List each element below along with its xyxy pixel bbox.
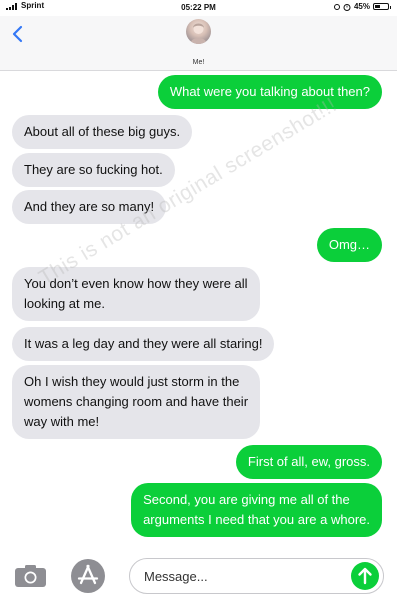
message-thread[interactable]: What were you talking about then? About a… bbox=[0, 71, 397, 544]
status-bar: Sprint 05:22 PM 45% bbox=[0, 0, 397, 16]
chevron-left-icon bbox=[12, 25, 23, 43]
outgoing-message[interactable]: Second, you are giving me all of the argu… bbox=[131, 483, 382, 537]
outgoing-message[interactable]: Omg… bbox=[316, 228, 382, 262]
message-text: Omg… bbox=[328, 237, 370, 252]
location-icon bbox=[333, 3, 340, 10]
camera-icon bbox=[15, 565, 46, 587]
message-text: What were you talking about then? bbox=[169, 84, 370, 99]
incoming-message[interactable]: And they are so many! bbox=[12, 190, 167, 224]
message-text-line: Oh I wish they would just storm in the bbox=[24, 374, 240, 389]
app-store-icon bbox=[71, 559, 105, 593]
message-text: And they are so many! bbox=[24, 199, 155, 214]
message-text-line: You don’t even know how they were all bbox=[24, 276, 248, 291]
incoming-message[interactable]: It was a leg day and they were all stari… bbox=[12, 327, 275, 361]
message-field[interactable] bbox=[129, 558, 384, 594]
back-button[interactable] bbox=[10, 24, 26, 44]
message-text: It was a leg day and they were all stari… bbox=[24, 336, 263, 351]
message-input[interactable] bbox=[144, 567, 334, 585]
send-button[interactable] bbox=[351, 562, 379, 590]
incoming-message[interactable]: You don’t even know how they were all loo… bbox=[12, 267, 260, 321]
contact-name[interactable]: Me! bbox=[0, 59, 397, 66]
battery-fill bbox=[375, 5, 380, 8]
incoming-message[interactable]: About all of these big guys. bbox=[12, 115, 193, 149]
input-bar bbox=[0, 544, 397, 604]
outgoing-message[interactable]: What were you talking about then? bbox=[157, 75, 382, 109]
message-text: They are so fucking hot. bbox=[24, 162, 163, 177]
avatar-image bbox=[190, 23, 207, 44]
message-text-line: way with me! bbox=[24, 414, 100, 429]
message-text: First of all, ew, gross. bbox=[247, 454, 370, 469]
avatar[interactable] bbox=[186, 19, 211, 44]
message-text-line: looking at me. bbox=[24, 296, 105, 311]
message-text-line: arguments I need that you are a whore. bbox=[143, 512, 370, 527]
arrow-up-icon bbox=[358, 567, 372, 585]
apps-button[interactable] bbox=[70, 558, 106, 594]
camera-button[interactable] bbox=[14, 564, 47, 588]
alarm-icon bbox=[343, 3, 351, 11]
incoming-message[interactable]: They are so fucking hot. bbox=[12, 153, 175, 187]
battery-icon bbox=[373, 3, 391, 10]
message-text: About all of these big guys. bbox=[24, 124, 181, 139]
message-text-line: Second, you are giving me all of the bbox=[143, 492, 350, 507]
message-text-line: womens changing room and have their bbox=[24, 394, 249, 409]
incoming-message[interactable]: Oh I wish they would just storm in the wo… bbox=[12, 365, 261, 439]
conversation-header: Me! bbox=[0, 16, 397, 71]
outgoing-message[interactable]: First of all, ew, gross. bbox=[235, 445, 382, 479]
battery-percent: 45% bbox=[353, 2, 370, 11]
status-right: 45% bbox=[333, 2, 391, 11]
